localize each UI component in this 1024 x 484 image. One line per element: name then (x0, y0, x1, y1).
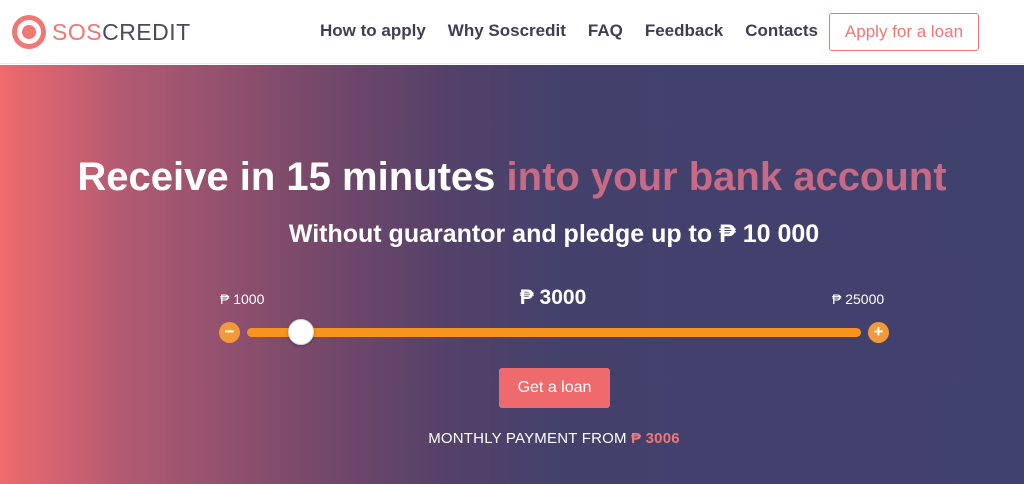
nav-feedback[interactable]: Feedback (645, 20, 723, 42)
selected-amount: ₱ 3000 (519, 286, 587, 309)
minus-icon[interactable]: − (219, 322, 240, 343)
site-header: SOSCREDIT How to apply Why Soscredit FAQ… (0, 0, 1024, 64)
amount-slider-thumb[interactable] (288, 319, 314, 345)
get-loan-button[interactable]: Get a loan (499, 368, 610, 408)
range-max-label: ₱ 25000 (832, 291, 885, 307)
nav-how-to-apply[interactable]: How to apply (320, 20, 426, 42)
logo-text-accent: SOS (52, 19, 103, 45)
monthly-payment-amount: ₱ 3006 (631, 430, 680, 447)
logo[interactable]: SOSCREDIT (12, 14, 191, 50)
logo-text-rest: CREDIT (102, 19, 191, 45)
headline-main: Receive in 15 minutes (77, 155, 496, 199)
main-nav: How to apply Why Soscredit FAQ Feedback … (320, 20, 840, 42)
plus-icon[interactable]: + (868, 322, 889, 343)
hero-headline: Receive in 15 minutes into your bank acc… (0, 155, 1024, 200)
hero-section: Receive in 15 minutes into your bank acc… (0, 65, 1024, 484)
logo-mark-icon (12, 15, 46, 49)
amount-slider-track[interactable] (247, 328, 861, 337)
monthly-payment: MONTHLY PAYMENT FROM ₱ 3006 (0, 430, 1024, 447)
nav-why-soscredit[interactable]: Why Soscredit (448, 20, 566, 42)
nav-contacts[interactable]: Contacts (745, 20, 818, 42)
hero-subline: Without guarantor and pledge up to ₱ 10 … (288, 220, 820, 248)
monthly-payment-label: MONTHLY PAYMENT FROM (428, 430, 627, 447)
headline-accent: into your bank account (506, 155, 947, 199)
logo-text: SOSCREDIT (52, 14, 191, 50)
nav-faq[interactable]: FAQ (588, 20, 623, 42)
apply-for-loan-button[interactable]: Apply for a loan (829, 13, 979, 51)
range-min-label: ₱ 1000 (220, 291, 265, 307)
